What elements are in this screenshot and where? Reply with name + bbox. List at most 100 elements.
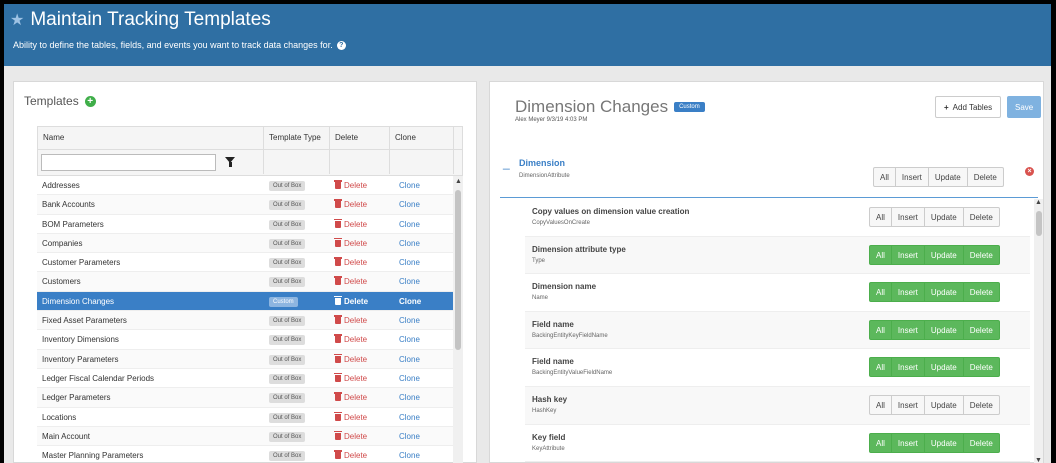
table-row[interactable]: Ledger Parameters Out of Box Delete Clone [37, 388, 463, 408]
table-row[interactable]: BOM Parameters Out of Box Delete Clone [37, 215, 463, 234]
event-button-insert[interactable]: Insert [891, 282, 925, 303]
delete-link[interactable]: Delete [334, 276, 367, 286]
delete-link[interactable]: Delete [334, 180, 367, 190]
table-row[interactable]: Ledger Fiscal Calendar Periods Out of Box… [37, 369, 463, 389]
column-header-type[interactable]: Template Type [264, 127, 330, 149]
delete-link[interactable]: Delete [334, 450, 367, 460]
table-row[interactable]: Master Planning Parameters Out of Box Dele… [37, 446, 463, 463]
table-row[interactable]: Inventory Parameters Out of Box Delete Clon… [37, 349, 463, 369]
delete-link[interactable]: Delete [334, 334, 367, 344]
delete-link[interactable]: Delete [334, 430, 367, 441]
template-type-badge: Out of Box [269, 277, 306, 288]
clone-link[interactable]: Clone [399, 451, 420, 460]
delete-link[interactable]: Delete [334, 257, 367, 267]
table-row[interactable]: Inventory Dimensions Out of Box Delete Clon… [37, 330, 463, 350]
table-row[interactable]: Customer Parameters Out of Box Delete Clone [37, 253, 463, 273]
clone-link[interactable]: Clone [399, 200, 420, 209]
delete-link[interactable]: Delete [334, 372, 367, 383]
event-button-insert[interactable]: Insert [891, 244, 925, 265]
event-button-all[interactable]: All [869, 357, 892, 378]
column-header-name[interactable]: Name [38, 127, 264, 149]
event-button-insert[interactable]: Insert [895, 167, 929, 187]
event-button-insert[interactable]: Insert [891, 319, 925, 340]
clone-link[interactable]: Clone [399, 277, 420, 286]
event-button-update[interactable]: Update [924, 282, 964, 303]
column-header-delete[interactable]: Delete [330, 127, 390, 149]
delete-link[interactable]: Delete [334, 237, 367, 248]
clone-link[interactable]: Clone [399, 316, 420, 325]
event-button-delete[interactable]: Delete [963, 207, 1000, 227]
save-button[interactable]: Save [1007, 96, 1042, 118]
event-button-delete[interactable]: Delete [963, 244, 1000, 265]
table-row[interactable]: Companies Out of Box Delete Clone [37, 233, 463, 254]
event-button-update[interactable]: Update [924, 394, 964, 415]
scrollbar-thumb[interactable] [455, 190, 461, 350]
templates-scrollbar[interactable]: ▲ [453, 176, 463, 463]
filter-icon[interactable] [225, 157, 235, 167]
name-filter-input[interactable] [41, 154, 216, 171]
scroll-up-icon[interactable]: ▲ [1035, 199, 1042, 206]
event-button-all[interactable]: All [869, 282, 892, 303]
field-row: Copy values on dimension value creation C… [525, 199, 1030, 237]
event-button-delete[interactable]: Delete [963, 432, 1000, 453]
delete-link[interactable]: Delete [334, 199, 367, 209]
table-row[interactable]: Main Account Out of Box Delete Clone [37, 426, 463, 447]
event-button-update[interactable]: Update [924, 357, 964, 378]
scroll-down-icon[interactable]: ▼ [1035, 457, 1042, 463]
event-button-update[interactable]: Update [924, 432, 964, 453]
table-row[interactable]: Addresses Out of Box Delete Clone [37, 176, 463, 196]
help-icon[interactable]: ? [336, 40, 346, 50]
scroll-up-icon[interactable]: ▲ [455, 178, 462, 185]
clone-link[interactable]: Clone [399, 181, 420, 190]
clone-link[interactable]: Clone [399, 220, 420, 229]
clone-link[interactable]: Clone [399, 432, 420, 441]
column-header-clone[interactable]: Clone [390, 127, 454, 149]
clone-link[interactable]: Clone [399, 374, 420, 383]
event-button-all[interactable]: All [869, 319, 892, 340]
clone-link[interactable]: Clone [399, 413, 420, 422]
event-button-insert[interactable]: Insert [891, 357, 925, 378]
event-button-delete[interactable]: Delete [963, 357, 1000, 378]
event-button-all[interactable]: All [869, 244, 892, 265]
delete-link[interactable]: Delete [334, 295, 368, 306]
table-header: Name Template Type Delete Clone [37, 126, 463, 150]
table-row[interactable]: Customers Out of Box Delete Clone [37, 272, 463, 292]
event-button-insert[interactable]: Insert [891, 432, 925, 453]
event-button-delete[interactable]: Delete [963, 282, 1000, 303]
table-row[interactable]: Fixed Asset Parameters Out of Box Delete Cl… [37, 311, 463, 331]
event-button-all[interactable]: All [869, 394, 892, 415]
event-button-delete[interactable]: Delete [963, 394, 1000, 415]
event-button-all[interactable]: All [873, 167, 896, 187]
clone-link[interactable]: Clone [399, 239, 420, 248]
scrollbar-thumb[interactable] [1035, 211, 1042, 236]
add-template-icon[interactable]: + [84, 95, 96, 107]
event-button-all[interactable]: All [869, 432, 892, 453]
table-row[interactable]: Dimension Changes Custom Delete Clone [37, 291, 463, 312]
delete-link[interactable]: Delete [334, 411, 367, 422]
table-row[interactable]: Bank Accounts Out of Box Delete Clone [37, 195, 463, 215]
clone-link[interactable]: Clone [399, 258, 420, 267]
event-button-insert[interactable]: Insert [891, 207, 925, 227]
event-button-insert[interactable]: Insert [891, 394, 925, 415]
clone-link[interactable]: Clone [399, 335, 420, 344]
event-button-update[interactable]: Update [924, 319, 964, 340]
event-button-update[interactable]: Update [928, 167, 968, 187]
event-button-update[interactable]: Update [924, 244, 964, 265]
add-tables-button[interactable]: + Add Tables [935, 96, 1002, 118]
event-button-delete[interactable]: Delete [967, 167, 1004, 187]
clone-link[interactable]: Clone [399, 297, 421, 306]
delete-link[interactable]: Delete [334, 353, 367, 364]
delete-link[interactable]: Delete [334, 315, 367, 325]
delete-link[interactable]: Delete [334, 218, 367, 229]
event-button-delete[interactable]: Delete [963, 319, 1000, 340]
clone-link[interactable]: Clone [399, 355, 420, 364]
table-row[interactable]: Locations Out of Box Delete Clone [37, 408, 463, 427]
clone-link[interactable]: Clone [399, 393, 420, 402]
event-button-update[interactable]: Update [924, 207, 964, 227]
remove-table-icon[interactable]: × [1025, 167, 1034, 176]
collapse-toggle[interactable]: _ [503, 156, 510, 170]
event-button-all[interactable]: All [869, 207, 892, 227]
templates-heading-text: Templates [24, 94, 79, 108]
delete-link[interactable]: Delete [334, 392, 367, 402]
fields-scrollbar[interactable]: ▲ ▼ [1034, 199, 1043, 463]
